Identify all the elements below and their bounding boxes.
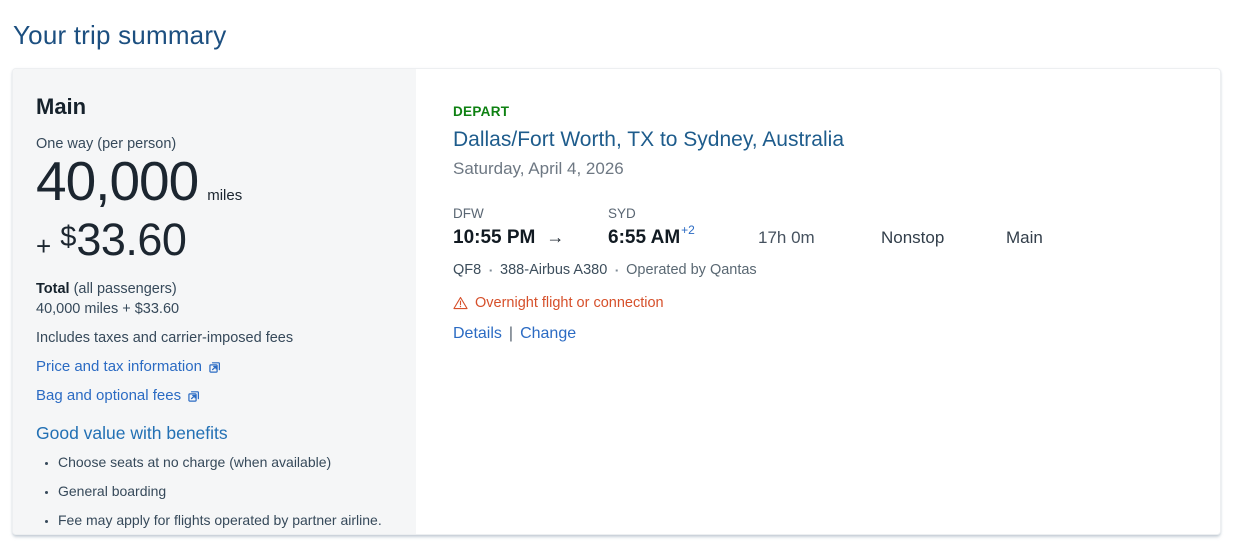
- flight-number: QF8: [453, 262, 482, 278]
- total-label-line: Total (all passengers): [36, 280, 390, 298]
- trip-summary-card: Main One way (per person) 40,000 miles +…: [12, 68, 1221, 535]
- benefit-item: Fee may apply for flights operated by pa…: [58, 512, 390, 528]
- total-block: Total (all passengers) 40,000 miles + $3…: [36, 280, 390, 318]
- flight-info-line: QF8 ▪ 388-Airbus A380 ▪ Operated by Qant…: [453, 262, 1200, 278]
- miles-value: 40,000: [36, 150, 199, 212]
- depart-label: DEPART: [453, 104, 510, 119]
- destination-airport-code: SYD: [608, 206, 636, 221]
- miles-price: 40,000 miles: [36, 150, 390, 212]
- flight-date: Saturday, April 4, 2026: [453, 159, 624, 178]
- arrival-time: 6:55 AM+2: [608, 223, 695, 248]
- fare-cabin-heading: Main: [36, 94, 87, 119]
- external-link-icon: [209, 361, 220, 373]
- flight-duration: 17h 0m: [758, 228, 815, 247]
- trip-summary-page: Your trip summary Main One way (per pers…: [0, 0, 1233, 535]
- total-sublabel: (all passengers): [69, 280, 177, 297]
- currency-symbol: $: [60, 220, 77, 253]
- overnight-warning: Overnight flight or connection: [453, 295, 1200, 311]
- benefit-item: Choose seats at no charge (when availabl…: [58, 454, 390, 470]
- bag-and-optional-fees-link[interactable]: Bag and optional fees: [36, 387, 201, 404]
- action-separator: |: [508, 325, 514, 342]
- details-link[interactable]: Details: [453, 325, 502, 342]
- operated-by-label: Operated by Qantas: [626, 262, 757, 278]
- segment-cabin: Main: [1006, 228, 1043, 247]
- stops-value: Nonstop: [881, 228, 945, 247]
- bag-fees-link-label: Bag and optional fees: [36, 387, 182, 404]
- route-heading: Dallas/Fort Worth, TX to Sydney, Austral…: [453, 128, 844, 151]
- flight-arrow-icon: →: [546, 227, 565, 247]
- bullet-separator-icon: ▪: [615, 265, 619, 275]
- bullet-separator-icon: ▪: [489, 265, 493, 275]
- segment-actions: Details | Change: [453, 325, 1200, 343]
- plus-sign: +: [36, 230, 52, 261]
- total-amounts: 40,000 miles + $33.60: [36, 300, 180, 317]
- benefit-item: General boarding: [58, 483, 390, 499]
- fare-panel: Main One way (per person) 40,000 miles +…: [13, 69, 416, 534]
- page-title: Your trip summary: [13, 20, 227, 50]
- price-and-tax-link-label: Price and tax information: [36, 358, 202, 375]
- taxes-note: Includes taxes and carrier-imposed fees: [36, 330, 294, 346]
- origin-airport-code: DFW: [453, 206, 484, 221]
- cash-price: + $ 33.60: [36, 217, 390, 263]
- aircraft-type: 388-Airbus A380: [500, 262, 608, 278]
- warning-triangle-icon: [453, 296, 468, 310]
- external-link-icon: [188, 390, 200, 402]
- departure-time: 10:55 PM →: [453, 227, 565, 248]
- price-and-tax-information-link[interactable]: Price and tax information: [36, 358, 222, 375]
- arrival-day-offset: +2: [681, 223, 695, 237]
- benefits-list: Choose seats at no charge (when availabl…: [36, 454, 390, 528]
- total-label: Total: [36, 280, 70, 297]
- benefits-heading: Good value with benefits: [36, 423, 228, 443]
- overnight-warning-text: Overnight flight or connection: [475, 295, 664, 311]
- flight-panel: DEPART Dallas/Fort Worth, TX to Sydney, …: [416, 69, 1220, 534]
- flight-segment-row: DFW SYD 10:55 PM → 6:55 AM+2 17h 0m Nonst…: [453, 206, 1200, 249]
- cash-value: 33.60: [76, 213, 187, 265]
- miles-unit: miles: [207, 187, 243, 204]
- change-link[interactable]: Change: [520, 325, 576, 342]
